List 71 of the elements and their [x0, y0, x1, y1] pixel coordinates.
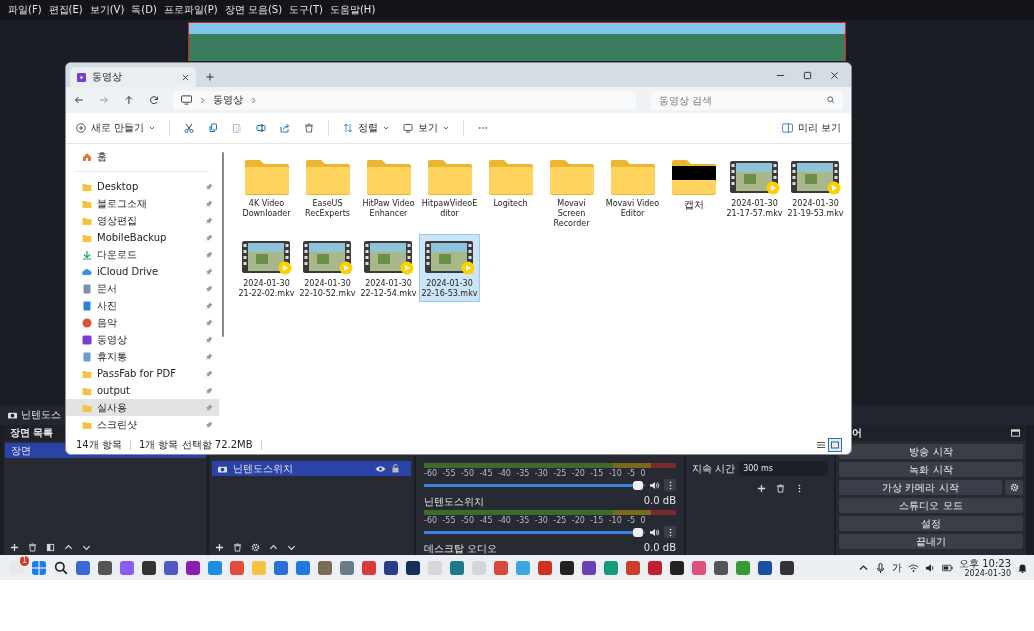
notification-badge: 1	[19, 555, 29, 566]
sidebar-label: 홈	[97, 150, 107, 164]
file-name: HitpawVideoEditor	[421, 199, 478, 219]
meter-tick: -40	[497, 516, 511, 525]
sidebar-label: 다운로드	[97, 247, 138, 262]
sidebar-label: iCloud Drive	[97, 266, 160, 277]
sidebar-label: 실사용	[97, 400, 128, 415]
volume-reading: 0.0 dB	[643, 542, 676, 555]
file-name: EaseUS RecExperts	[304, 199, 351, 219]
meter-tick: -60	[424, 469, 438, 478]
sidebar-label: 영상편집	[97, 213, 138, 228]
meter-tick: -25	[553, 516, 567, 525]
meter-tick: -20	[571, 469, 585, 478]
track-name: 닌텐도스위치	[424, 495, 484, 509]
status-text: 14개 항목	[76, 438, 122, 452]
meter-tick: -50	[460, 469, 474, 478]
file-name: Logitech	[492, 199, 529, 209]
sidebar-label: 사진	[97, 298, 118, 313]
file-name: 2024-01-30 21-19-53.mkv	[787, 199, 844, 219]
file-name: 2024-01-30 22-16-53.mkv	[421, 279, 478, 299]
dock-title: 어	[852, 426, 862, 440]
meter-tick: -30	[534, 469, 548, 478]
meter-tick: 0	[640, 469, 646, 478]
file-name: HitPaw Video Enhancer	[361, 199, 416, 219]
meter-tick: -55	[442, 469, 456, 478]
file-name: Movavi Screen Recorder	[552, 199, 591, 229]
sidebar-label: 음악	[97, 315, 118, 330]
meter-tick: -15	[590, 469, 604, 478]
sidebar-label: 문서	[97, 281, 118, 296]
sidebar-label: Desktop	[97, 181, 140, 192]
dock-title: 장면 목록	[10, 426, 54, 440]
sidebar-label: 스크린샷	[97, 417, 138, 432]
source-name: 닌텐도스위치	[233, 461, 294, 476]
sidebar-label: output	[97, 385, 131, 396]
meter-tick: -45	[479, 516, 493, 525]
meter-tick: -35	[516, 469, 530, 478]
meter-tick: -5	[627, 469, 636, 478]
file-name: 2024-01-30 22-12-54.mkv	[360, 279, 417, 299]
file-name: 캡처	[682, 199, 705, 210]
file-name: 2024-01-30 21-22-02.mkv	[238, 279, 295, 299]
file-name: Movavi Video Editor	[604, 199, 661, 219]
meter-tick: -20	[571, 516, 585, 525]
duration-label: 지속 시간	[692, 461, 736, 476]
sidebar-label: PassFab for PDF	[97, 368, 178, 379]
file-name: 4K Video Downloader	[241, 199, 292, 219]
sidebar-label: 휴지통	[97, 349, 128, 364]
meter-tick: -35	[516, 516, 530, 525]
meter-tick: -5	[627, 516, 636, 525]
scene-title: 닌텐도스	[21, 408, 61, 422]
meter-tick: -10	[608, 469, 622, 478]
clock-time: 오후 10:23	[959, 557, 1011, 569]
meter-tick: -60	[424, 516, 438, 525]
meter-tick: -15	[590, 516, 604, 525]
meter-tick: -10	[608, 516, 622, 525]
meter-tick: -45	[479, 469, 493, 478]
meter-tick: -40	[497, 469, 511, 478]
meter-tick: -25	[553, 469, 567, 478]
meter-tick: -55	[442, 516, 456, 525]
meter-tick: 0	[640, 516, 646, 525]
status-text: 1개 항목 선택함 72.2MB	[138, 438, 253, 452]
meter-tick: -30	[534, 516, 548, 525]
volume-reading: 0.0 dB	[643, 495, 676, 508]
sidebar-label: MobileBackup	[97, 232, 168, 243]
sidebar-label: 블로그소재	[97, 196, 148, 211]
sidebar-label: 동영상	[97, 332, 128, 347]
meter-tick: -50	[460, 516, 474, 525]
clock-date: 2024-01-30	[964, 568, 1011, 578]
tab-title: 동영상	[92, 70, 123, 84]
file-name: 2024-01-30 22-10-52.mkv	[299, 279, 356, 299]
file-name: 2024-01-30 21-17-57.mkv	[726, 199, 783, 219]
track-name: 데스크탑 오디오	[424, 542, 498, 555]
